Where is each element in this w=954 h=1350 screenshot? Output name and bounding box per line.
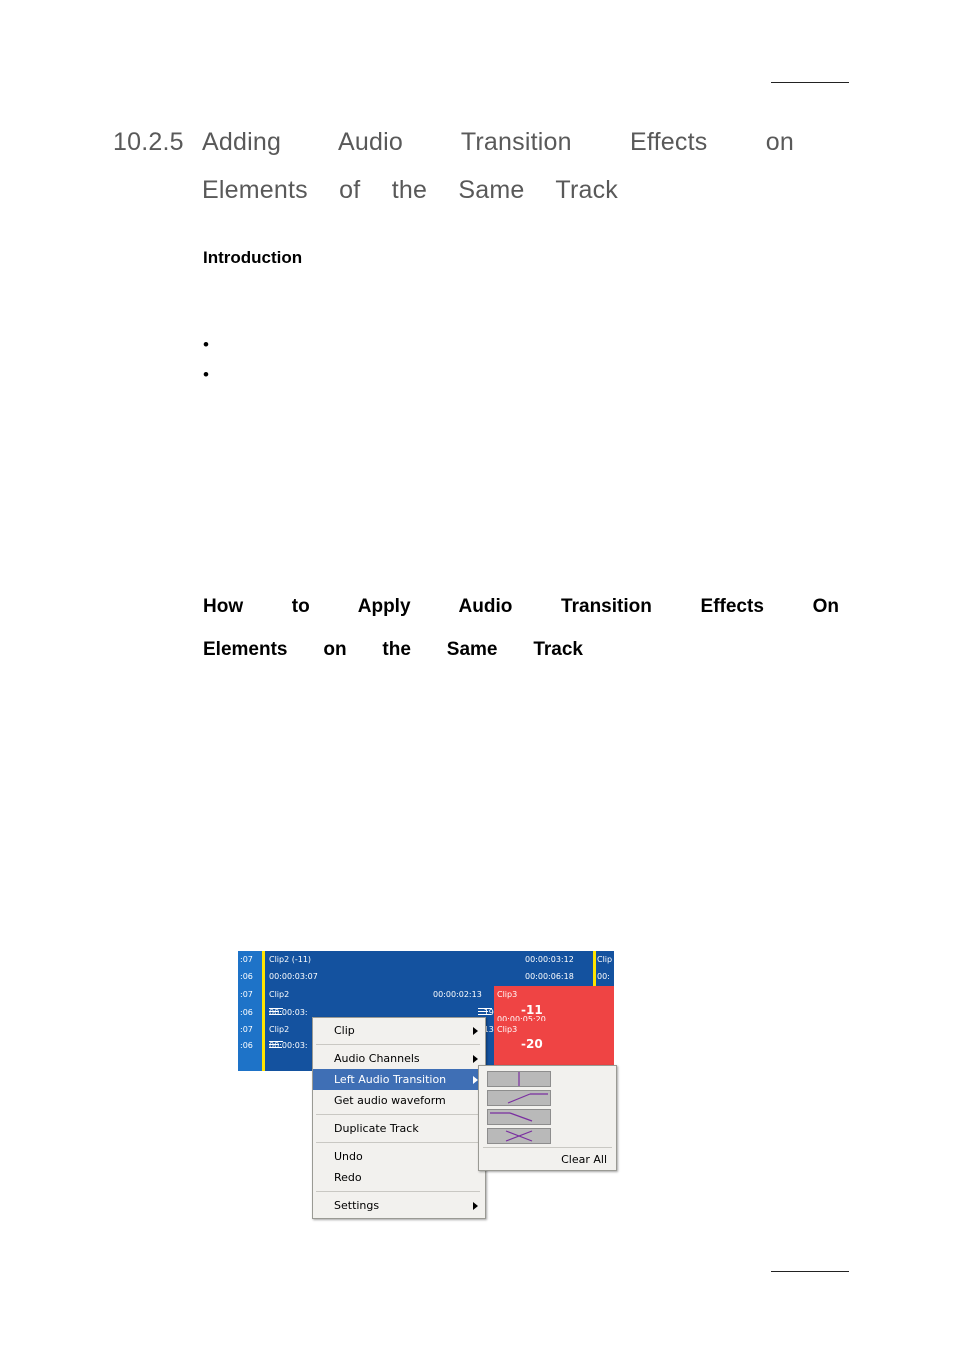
menu-item-left-audio-transition[interactable]: Left Audio Transition: [313, 1069, 485, 1090]
menu-item-undo[interactable]: Undo: [313, 1146, 485, 1167]
timeline-mid-time: 00:00:03:: [269, 1041, 308, 1050]
menu-item-settings[interactable]: Settings: [313, 1195, 485, 1216]
clear-all-button[interactable]: Clear All: [479, 1150, 616, 1170]
menu-item-label: Audio Channels: [334, 1052, 420, 1065]
timeline-left-time: :06: [240, 972, 253, 981]
submenu-separator: [483, 1147, 612, 1148]
timeline-right-time: 00:00:02:13: [433, 990, 482, 999]
howto-heading-line1: How to Apply Audio Transition Effects On: [203, 596, 839, 617]
menu-item-redo[interactable]: Redo: [313, 1167, 485, 1188]
menu-separator: [316, 1191, 480, 1192]
timeline-right-time: :19: [481, 1008, 494, 1017]
menu-item-label: Redo: [334, 1171, 362, 1184]
chevron-right-icon: [473, 1055, 478, 1063]
chevron-right-icon: [473, 1027, 478, 1035]
howto-heading-line2: Elements on the Same Track: [203, 639, 583, 660]
timeline-left-time: :07: [240, 955, 253, 964]
menu-item-label: Get audio waveform: [334, 1094, 446, 1107]
timeline-left-time: :07: [240, 990, 253, 999]
timeline-clip-label: Clip2 (-11): [269, 955, 312, 964]
menu-item-label: Undo: [334, 1150, 363, 1163]
timeline-row-3[interactable]: :07 Clip2 00:00:02:13 Clip3: [238, 986, 614, 1004]
left-audio-transition-submenu[interactable]: Clear All: [478, 1065, 617, 1171]
timeline-red-clip-label: Clip3: [497, 990, 518, 999]
menu-item-audio-channels[interactable]: Audio Channels: [313, 1048, 485, 1069]
timeline-right-time: 00:00:03:12: [525, 955, 574, 964]
header-rule: [771, 82, 849, 83]
timeline-next-time: 00:: [597, 972, 610, 981]
section-heading-line1: Adding Audio Transition Effects on: [202, 128, 794, 156]
menu-item-label: Duplicate Track: [334, 1122, 419, 1135]
transition-cut-icon[interactable]: [487, 1071, 551, 1087]
timeline-row-2[interactable]: :06 00:00:03:07 00:00:06:18 00:: [238, 969, 614, 986]
timeline-left-time: :07: [240, 1025, 253, 1034]
menu-item-duplicate-track[interactable]: Duplicate Track: [313, 1118, 485, 1139]
menu-item-clip[interactable]: Clip: [313, 1020, 485, 1041]
menu-separator: [316, 1142, 480, 1143]
chevron-right-icon: [473, 1202, 478, 1210]
timeline-mid-time: 00:00:03:07: [269, 972, 318, 981]
menu-item-label: Clip: [334, 1024, 355, 1037]
transition-fade-in-icon[interactable]: [487, 1090, 551, 1106]
howto-heading: How to Apply Audio Transition Effects On…: [203, 585, 839, 671]
context-menu[interactable]: Clip Audio Channels Left Audio Transitio…: [312, 1017, 486, 1219]
timeline-screenshot-figure: :07 Clip2 (-11) 00:00:03:12 Clip :06 00:…: [238, 951, 617, 1234]
menu-separator: [316, 1114, 480, 1115]
menu-item-label: Left Audio Transition: [334, 1073, 447, 1086]
menu-item-label: Settings: [334, 1199, 380, 1212]
timeline-red-clip-label: Clip3: [497, 1025, 518, 1034]
playhead-marker: [593, 969, 596, 986]
timeline-left-time: :06: [240, 1008, 253, 1017]
timeline-clip-label: Clip2: [269, 1025, 290, 1034]
section-heading: 10.2.5 Adding Audio Transition Effects o…: [113, 118, 813, 214]
introduction-label: Introduction: [203, 248, 303, 267]
timeline-red-gain-value: -20: [521, 1037, 543, 1051]
section-number: 10.2.5: [113, 128, 184, 156]
timeline-left-time: :06: [240, 1041, 253, 1050]
section-heading-line2: Elements of the Same Track: [202, 176, 618, 204]
footer-rule: [771, 1271, 849, 1272]
menu-item-get-audio-waveform[interactable]: Get audio waveform: [313, 1090, 485, 1111]
transition-fade-out-icon[interactable]: [487, 1109, 551, 1125]
timeline-mid-time: 00:00:03:: [269, 1008, 308, 1017]
timeline-clip-label: Clip2: [269, 990, 290, 999]
timeline-row-1[interactable]: :07 Clip2 (-11) 00:00:03:12 Clip: [238, 951, 614, 969]
timeline-right-time: 00:00:06:18: [525, 972, 574, 981]
menu-separator: [316, 1044, 480, 1045]
transition-cross-fade-icon[interactable]: [487, 1128, 551, 1144]
timeline-next-clip-label: Clip: [597, 955, 613, 964]
